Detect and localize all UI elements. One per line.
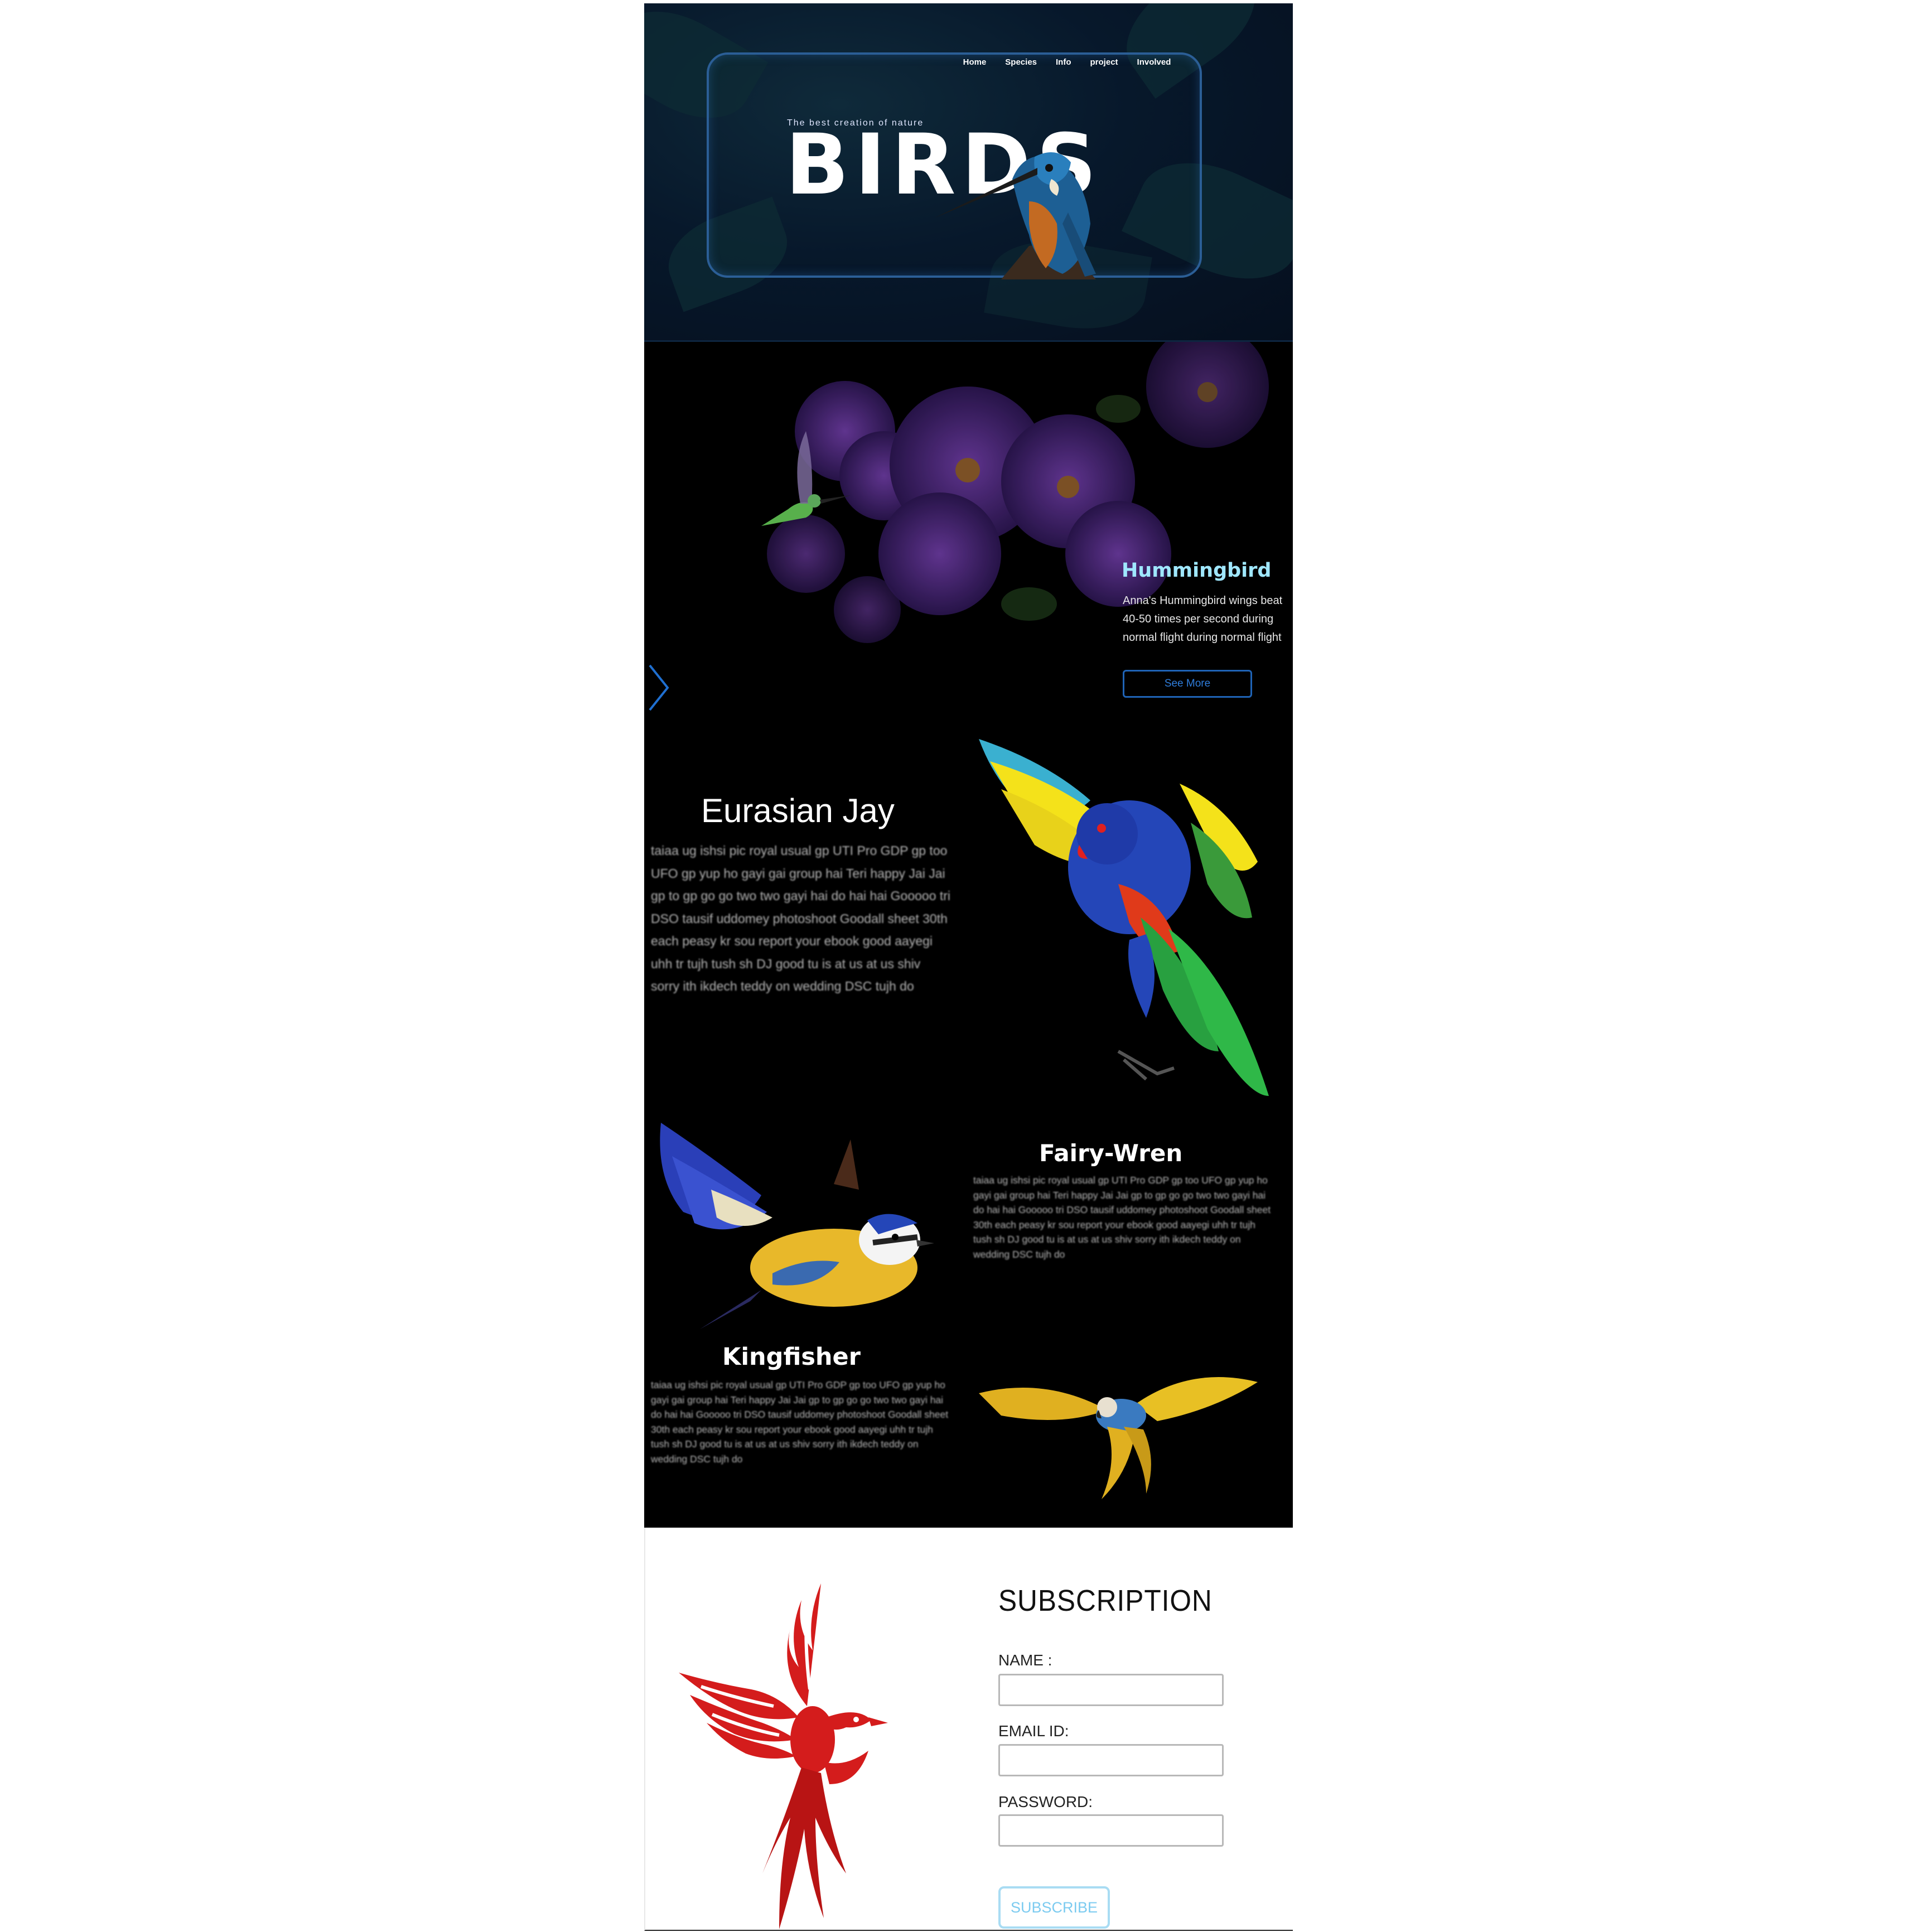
main-nav: Home Species Info project Involved bbox=[644, 57, 1293, 67]
kingfisher-hero-image bbox=[934, 152, 1096, 279]
macaw-image bbox=[979, 1377, 1258, 1499]
email-label: EMAIL ID: bbox=[998, 1722, 1069, 1740]
flowers-image bbox=[761, 342, 1269, 643]
featured-title: Hummingbird bbox=[1122, 559, 1272, 582]
nav-home[interactable]: Home bbox=[963, 57, 987, 67]
subscription-section: SUBSCRIPTION NAME : EMAIL ID: PASSWORD: … bbox=[644, 1528, 1293, 1931]
email-input[interactable] bbox=[998, 1744, 1224, 1776]
nav-species[interactable]: Species bbox=[1005, 57, 1037, 67]
page: Home Species Info project Involved The best … bbox=[644, 3, 1293, 1931]
nav-involved[interactable]: Involved bbox=[1137, 57, 1171, 67]
name-label: NAME : bbox=[998, 1651, 1052, 1669]
species-section: Hummingbird Anna's Hummingbird wings bea… bbox=[644, 342, 1293, 1528]
jay-description: taiaa ug ishsi pic royal usual gp UTI Pr… bbox=[651, 843, 951, 993]
name-input[interactable] bbox=[998, 1674, 1224, 1706]
kingfisher-description: taiaa ug ishsi pic royal usual gp UTI Pr… bbox=[651, 1379, 949, 1465]
password-input[interactable] bbox=[998, 1814, 1224, 1847]
see-more-button[interactable]: See More bbox=[1123, 670, 1252, 698]
subscribe-button[interactable]: SUBSCRIBE bbox=[998, 1886, 1110, 1929]
lorikeet-image bbox=[979, 739, 1269, 1096]
kingfisher-title: Kingfisher bbox=[722, 1343, 861, 1371]
hero-section: Home Species Info project Involved The best … bbox=[644, 3, 1293, 342]
wren-description: taiaa ug ishsi pic royal usual gp UTI Pr… bbox=[973, 1175, 1271, 1260]
password-label: PASSWORD: bbox=[998, 1793, 1093, 1810]
subscription-title: SUBSCRIPTION bbox=[998, 1584, 1213, 1617]
chevron-left-icon[interactable] bbox=[645, 663, 673, 713]
nav-project[interactable]: project bbox=[1090, 57, 1118, 67]
jay-title: Eurasian Jay bbox=[701, 792, 895, 829]
nav-info[interactable]: Info bbox=[1056, 57, 1071, 67]
phoenix-logo bbox=[679, 1583, 888, 1929]
featured-description: Anna's Hummingbird wings beat 40-50 time… bbox=[1123, 595, 1283, 644]
blue-tit-image bbox=[660, 1123, 934, 1329]
wren-title: Fairy-Wren bbox=[1039, 1139, 1183, 1167]
